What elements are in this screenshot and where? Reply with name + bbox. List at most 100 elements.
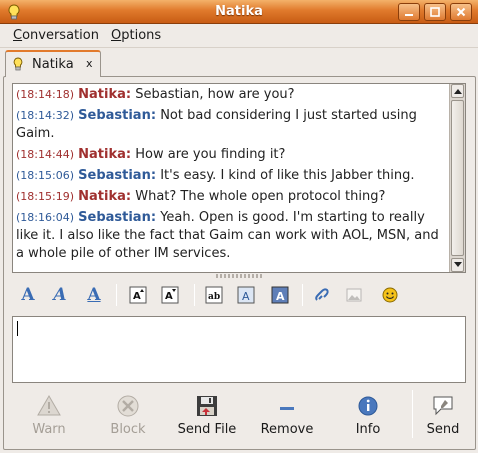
info-icon (358, 396, 378, 416)
button-separator (412, 390, 413, 438)
tab-close-button[interactable]: x (86, 57, 93, 70)
svg-text:ab: ab (208, 292, 220, 302)
conversation-history[interactable]: (18:14:18) Natika: Sebastian, how are yo… (12, 83, 466, 273)
close-icon (456, 7, 466, 17)
message-text: How are you finding it? (135, 147, 286, 162)
menu-label: ptions (121, 28, 162, 43)
message: (18:14:18) Natika: Sebastian, how are yo… (16, 86, 444, 104)
bold-button[interactable]: A (16, 283, 40, 307)
message-list: (18:14:18) Natika: Sebastian, how are yo… (13, 84, 448, 272)
insert-link-button[interactable] (310, 283, 334, 307)
smaller-text-icon: A (161, 286, 179, 304)
tab-label: Natika (32, 57, 74, 72)
nickname: Natika: (78, 87, 132, 102)
menu-label: onversation (22, 28, 99, 43)
italic-icon: A (53, 285, 67, 305)
tab-natika[interactable]: Natika x (5, 50, 101, 77)
menu-mnemonic: O (111, 28, 122, 43)
scroll-up-button[interactable] (451, 84, 464, 98)
message-text: What? The whole open protocol thing? (135, 189, 386, 204)
formatting-toolbar: A A A A A ab A A (12, 281, 466, 309)
text-cursor (17, 321, 18, 336)
link-icon (315, 288, 329, 301)
floppy-disk-icon (197, 396, 217, 416)
timestamp: (18:16:04) (16, 211, 74, 224)
info-button[interactable]: Info (348, 390, 388, 442)
smaller-text-button[interactable]: A (158, 283, 182, 307)
foreground-color-button[interactable]: A (234, 283, 258, 307)
background-color-icon: A (271, 286, 289, 304)
arrow-down-icon (453, 262, 462, 267)
message: (18:15:19) Natika: What? The whole open … (16, 188, 444, 206)
minimize-button[interactable] (398, 3, 420, 21)
warn-label: Warn (32, 422, 66, 437)
block-icon (117, 395, 139, 417)
svg-text:A: A (133, 291, 141, 302)
warn-button[interactable]: Warn (26, 390, 72, 442)
scroll-thumb[interactable] (451, 100, 464, 256)
font-face-button[interactable]: ab (202, 283, 226, 307)
menu-bar: Conversation Options (0, 24, 478, 48)
message: (18:15:06) Sebastian: It's easy. I kind … (16, 167, 444, 185)
svg-text:A: A (242, 290, 250, 303)
info-label: Info (355, 422, 381, 437)
scroll-down-button[interactable] (451, 258, 464, 272)
timestamp: (18:14:18) (16, 88, 74, 101)
menu-mnemonic: C (13, 28, 23, 43)
remove-icon (280, 407, 294, 410)
timestamp: (18:14:44) (16, 148, 74, 161)
message-text: It's easy. I kind of like this Jabber th… (160, 168, 415, 183)
block-button[interactable]: Block (104, 390, 152, 442)
text-color-icon: A (237, 286, 255, 304)
maximize-button[interactable] (424, 3, 446, 21)
toolbar-separator (194, 284, 195, 306)
timestamp: (18:14:32) (16, 109, 74, 122)
insert-smiley-button[interactable] (378, 283, 402, 307)
larger-text-button[interactable]: A (126, 283, 150, 307)
send-label: Send (426, 422, 460, 437)
svg-text:A: A (276, 290, 285, 303)
timestamp: (18:15:06) (16, 169, 74, 182)
message-text: Sebastian, how are you? (135, 87, 295, 102)
svg-text:A: A (165, 291, 173, 302)
bold-icon: A (21, 285, 35, 305)
toolbar-separator (302, 284, 303, 306)
menu-options[interactable]: Options (111, 28, 161, 43)
warning-icon (37, 395, 61, 416)
minimize-icon (405, 14, 413, 16)
block-label: Block (110, 422, 146, 437)
close-button[interactable] (450, 3, 472, 21)
vertical-scrollbar[interactable] (449, 84, 465, 272)
nickname: Sebastian: (78, 210, 157, 225)
insert-image-button[interactable] (342, 283, 366, 307)
italic-button[interactable]: A (48, 283, 72, 307)
nickname: Natika: (78, 189, 132, 204)
timestamp: (18:15:19) (16, 190, 74, 203)
message: (18:14:32) Sebastian: Not bad considerin… (16, 107, 444, 143)
lightbulb-icon (13, 57, 23, 71)
underline-button[interactable]: A (82, 283, 106, 307)
menu-conversation[interactable]: Conversation (13, 28, 99, 43)
send-file-button[interactable]: Send File (174, 390, 240, 442)
send-file-label: Send File (177, 422, 237, 437)
nickname: Sebastian: (78, 108, 157, 123)
font-face-icon: ab (205, 286, 223, 304)
message: (18:16:04) Sebastian: Yeah. Open is good… (16, 209, 444, 263)
image-icon (346, 288, 362, 302)
larger-text-icon: A (129, 286, 147, 304)
pane-resize-handle[interactable] (216, 274, 262, 278)
message: (18:14:44) Natika: How are you finding i… (16, 146, 444, 164)
underline-icon: A (87, 285, 101, 305)
background-color-button[interactable]: A (268, 283, 292, 307)
send-button[interactable]: Send (422, 390, 464, 442)
nickname: Natika: (78, 147, 132, 162)
arrow-up-icon (453, 89, 462, 94)
smiley-icon (382, 287, 398, 303)
message-text: Not bad considering I just started using… (16, 108, 417, 141)
nickname: Sebastian: (78, 168, 157, 183)
send-message-icon (433, 396, 453, 416)
remove-button[interactable]: Remove (256, 390, 318, 442)
message-entry[interactable] (12, 316, 466, 383)
maximize-icon (430, 7, 440, 17)
title-bar[interactable]: Natika (0, 0, 478, 24)
